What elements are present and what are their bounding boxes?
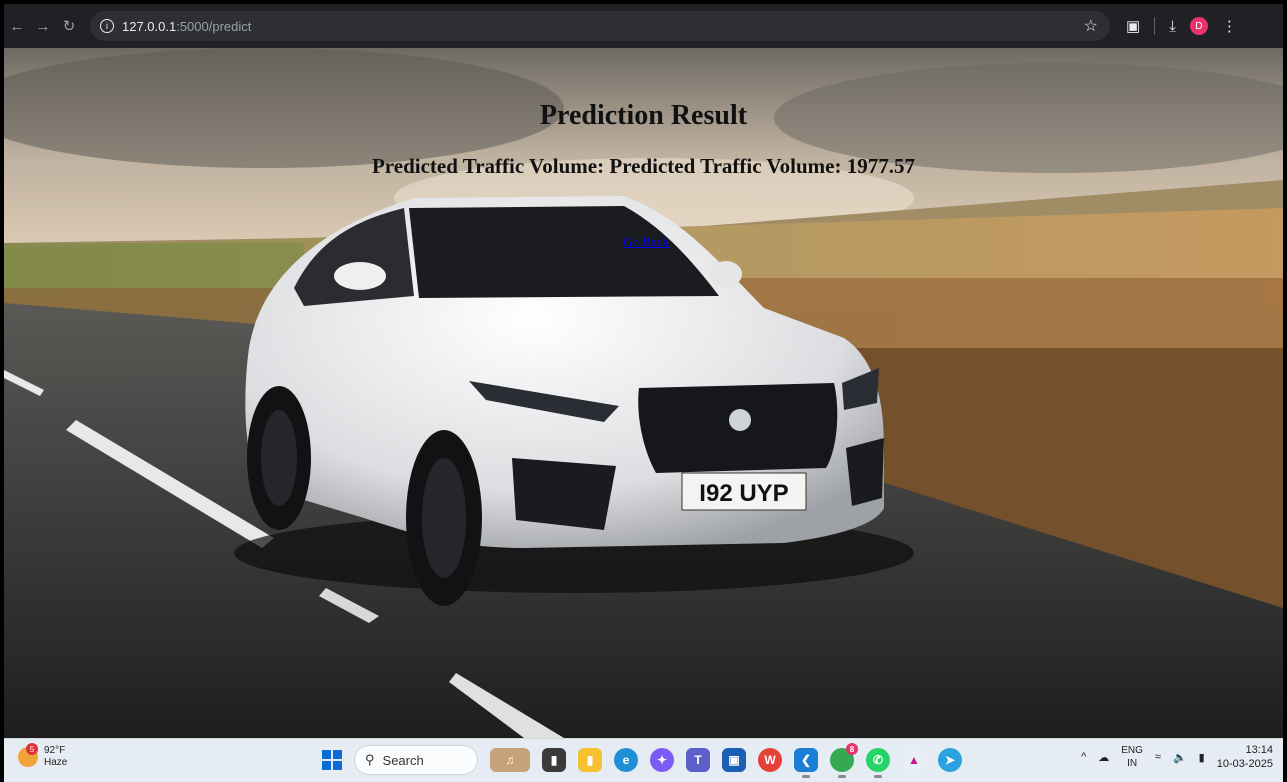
file-explorer-icon[interactable]: ▮ [578,748,602,772]
show-hidden-icons-chevron-icon[interactable]: ^ [1081,751,1086,763]
language-code: ENG [1121,745,1143,756]
site-info-icon[interactable]: i [100,19,114,33]
forward-arrow-icon[interactable]: → [30,13,56,39]
taskbar-search[interactable]: ⚲ Search [354,745,478,775]
profile-avatar[interactable]: D [1189,17,1208,35]
teams-icon[interactable]: T [686,748,710,772]
task-view-icon[interactable]: ▮ [542,748,566,772]
wifi-icon[interactable]: ≈ [1155,751,1161,763]
vscode-icon[interactable]: ❮ [794,748,818,778]
wps-office-icon[interactable]: W [758,748,782,772]
url-host: 127.0.0.1 [122,18,177,34]
whatsapp-icon[interactable]: ✆ [866,748,890,778]
search-highlight-icon[interactable]: ♫ [490,748,530,772]
clock-time: 13:14 [1245,744,1273,756]
weather-widget[interactable]: 5 92°F Haze [18,743,68,769]
reload-icon[interactable]: ↻ [56,13,82,39]
url-path: :5000/predict [176,18,252,34]
bookmark-star-icon[interactable]: ☆ [1084,16,1098,36]
chrome-badge: 8 [846,743,858,755]
weather-condition: Haze [44,757,68,768]
language-indicator[interactable]: ENG IN [1121,744,1143,770]
prediction-result: Predicted Traffic Volume: Predicted Traf… [371,154,915,178]
start-button-icon[interactable] [322,750,342,770]
region-code: IN [1127,758,1138,769]
volume-icon[interactable]: 🔈 [1173,751,1187,764]
windows-taskbar: 5 92°F Haze ⚲ Search ♫ ▮ ▮ e ✦ T ▣ W ❮ 8… [4,738,1283,782]
copilot-icon[interactable]: ✦ [650,748,674,772]
prediction-page: Prediction Result Predicted Traffic Volu… [4,48,1283,738]
onedrive-cloud-icon[interactable]: ☁ [1098,751,1109,764]
chrome-icon[interactable]: 8 [830,743,858,778]
address-bar[interactable]: i 127.0.0.1:5000/predict ☆ [90,11,1110,41]
battery-icon[interactable]: ▮ [1199,751,1205,764]
notification-badge: 5 [26,743,38,755]
haze-weather-icon: 5 [18,743,38,767]
temperature: 92°F [44,745,66,756]
page-viewport: I92 UYP Prediction Result Predicted Traf… [4,48,1283,738]
system-clock[interactable]: 13:14 10-03-2025 [1217,743,1273,771]
back-arrow-icon[interactable]: ← [4,13,30,39]
go-back-link[interactable]: Go Back [623,234,669,250]
edge-icon[interactable]: e [614,748,638,772]
extensions-icon[interactable]: ▣ [1126,17,1140,35]
browser-toolbar: ← → ↻ i 127.0.0.1:5000/predict ☆ ▣ ⤓ D ⋮ [4,4,1283,48]
toolbar-divider [1154,17,1156,35]
search-icon: ⚲ [365,752,375,767]
page-title: Prediction Result [539,100,748,131]
clock-date: 10-03-2025 [1216,758,1273,770]
search-label: Search [382,752,424,768]
photos-icon[interactable]: ▲ [902,748,926,772]
download-icon[interactable]: ⤓ [1169,18,1176,35]
telegram-icon[interactable]: ➤ [938,748,962,772]
store-icon[interactable]: ▣ [722,748,746,772]
menu-kebab-icon[interactable]: ⋮ [1222,17,1237,35]
